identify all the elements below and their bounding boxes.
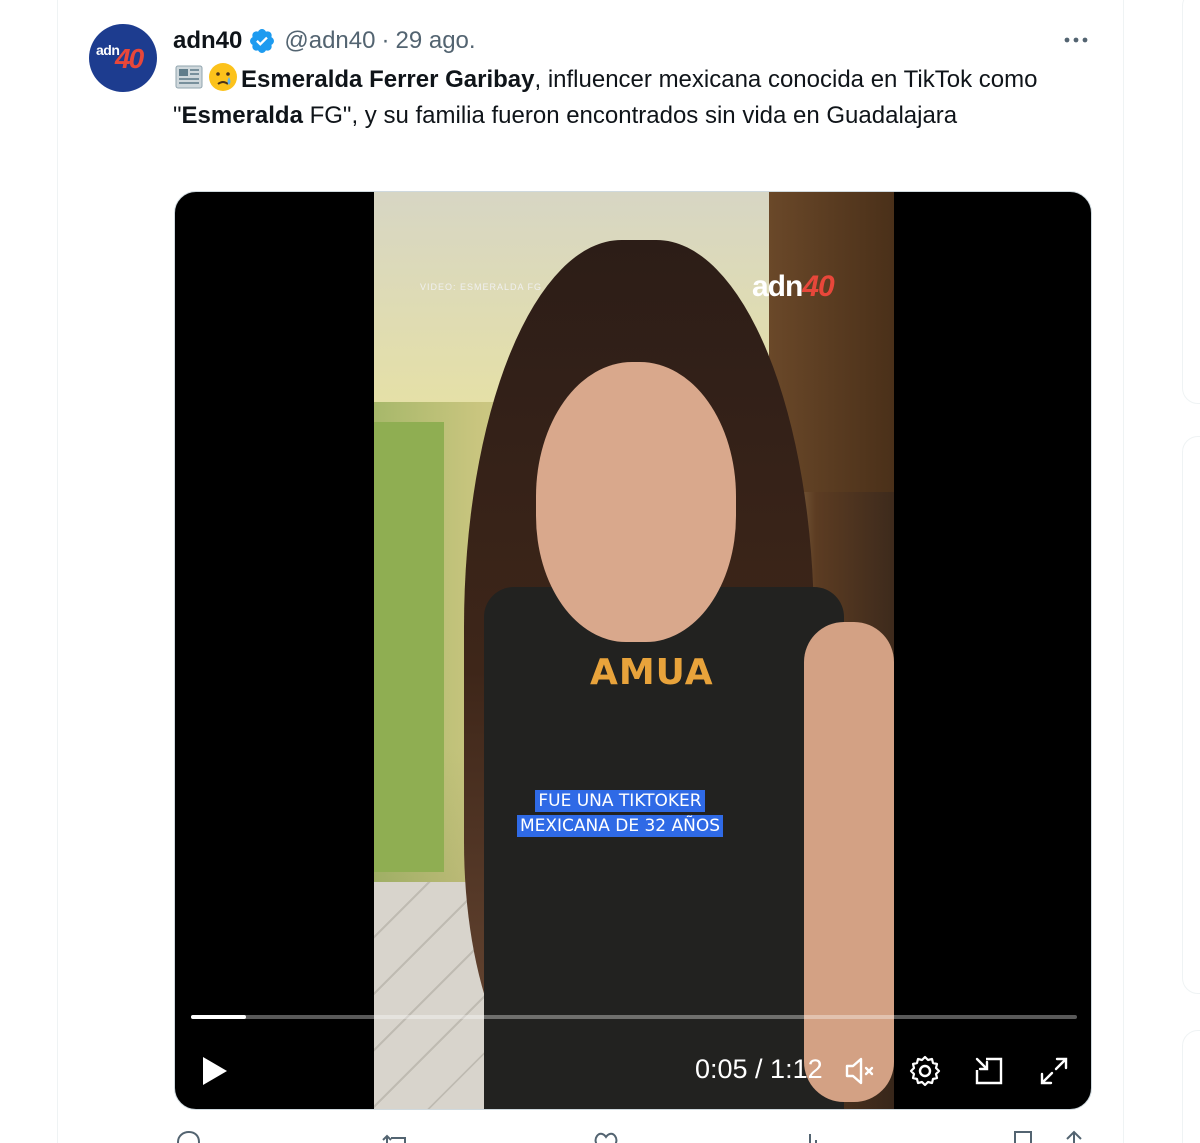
bookmark-icon[interactable] — [1008, 1128, 1038, 1143]
timeline-right-border — [1123, 0, 1124, 1143]
play-icon[interactable] — [197, 1054, 231, 1088]
video-credit: VIDEO: ESMERALDA FG — [420, 282, 543, 292]
verified-badge-icon — [250, 29, 275, 53]
tweet-date[interactable]: 29 ago. — [395, 27, 475, 55]
shirt-print: AMUA — [590, 652, 714, 693]
tweet-action-bar — [173, 1128, 1083, 1143]
reply-icon[interactable] — [173, 1128, 203, 1143]
like-icon[interactable] — [591, 1128, 621, 1143]
fullscreen-icon[interactable] — [1037, 1054, 1071, 1088]
avatar[interactable]: adn 40 — [89, 24, 157, 92]
newspaper-icon — [175, 65, 203, 89]
video-watermark-logo: adn40 — [752, 270, 835, 304]
video-person-arm — [804, 622, 894, 1102]
settings-icon[interactable] — [908, 1054, 942, 1088]
timeline-left-border — [57, 0, 58, 1143]
watermark-40: 40 — [802, 270, 834, 303]
video-background-green-wall — [374, 422, 444, 872]
tweet-header: adn40 @adn40 · 29 ago. — [173, 24, 476, 58]
sidebar-card — [1182, 436, 1200, 994]
video-controls: 0:05 / 1:12 — [175, 1042, 1091, 1102]
sidebar-card — [1182, 1030, 1200, 1143]
mute-icon[interactable] — [843, 1054, 877, 1088]
video-frame: AMUA VIDEO: ESMERALDA FG adn40 FUE UNA T… — [374, 192, 894, 1109]
avatar-logo-40: 40 — [115, 43, 144, 74]
crying-face-icon — [209, 63, 237, 91]
video-person-face — [536, 362, 736, 642]
caption-line-1: FUE UNA TIKTOKER — [535, 790, 705, 812]
picture-in-picture-icon[interactable] — [972, 1054, 1006, 1088]
video-caption: FUE UNA TIKTOKER MEXICANA DE 32 AÑOS — [514, 789, 726, 839]
bold-name: Esmeralda Ferrer Garibay — [241, 66, 535, 93]
display-name[interactable]: adn40 — [173, 27, 242, 55]
video-progress-bar[interactable] — [191, 1015, 1077, 1019]
video-time: 0:05 / 1:12 — [695, 1054, 823, 1084]
caption-line-2: MEXICANA DE 32 AÑOS — [516, 815, 724, 837]
bold-alias: Esmeralda — [181, 102, 303, 129]
sidebar-card — [1182, 0, 1200, 404]
handle[interactable]: @adn40 — [284, 27, 375, 55]
watermark-adn: adn — [752, 270, 803, 303]
text-part-2: FG", y su familia fueron encontrados sin… — [302, 102, 958, 129]
video-player[interactable]: AMUA VIDEO: ESMERALDA FG adn40 FUE UNA T… — [174, 191, 1092, 1110]
repost-icon[interactable] — [381, 1128, 411, 1143]
separator-dot: · — [381, 27, 390, 54]
video-progress-fill — [191, 1015, 246, 1019]
more-options-icon[interactable] — [1060, 30, 1092, 50]
share-icon[interactable] — [1059, 1128, 1089, 1143]
tweet-text: Esmeralda Ferrer Garibay, influencer mex… — [173, 61, 1103, 134]
views-icon[interactable] — [798, 1128, 828, 1143]
